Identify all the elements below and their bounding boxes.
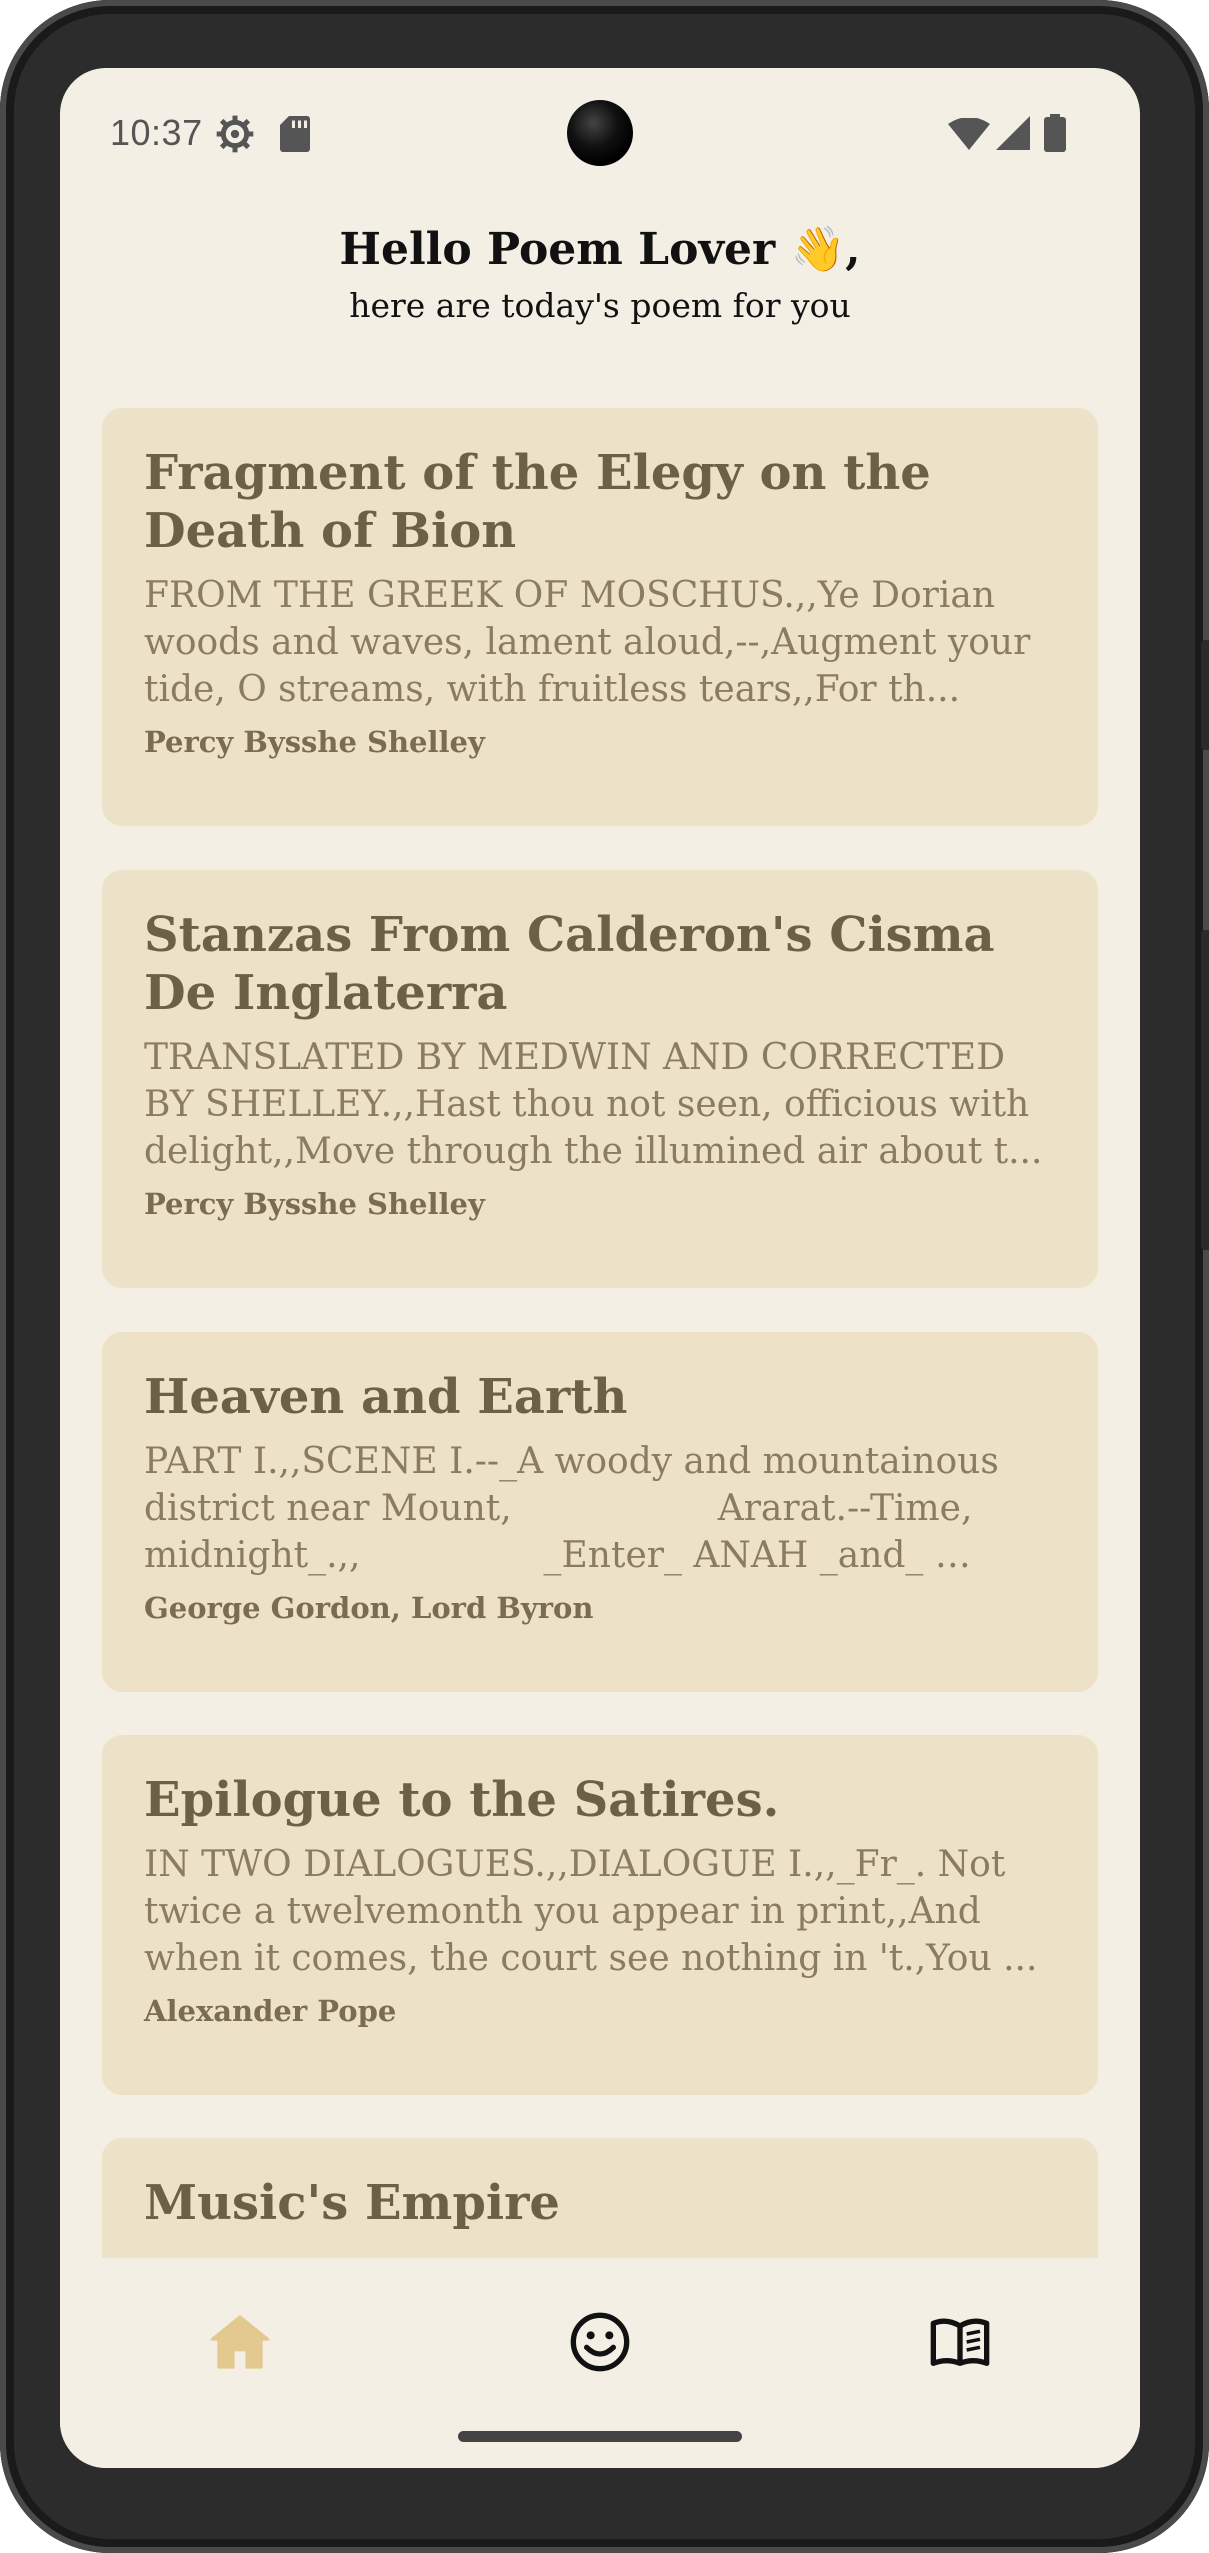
power-button: [1201, 930, 1209, 1250]
front-camera: [567, 100, 633, 166]
home-icon: [210, 2315, 270, 2369]
status-bar: 10:37: [60, 68, 1140, 198]
poem-title: Music's Empire: [144, 2175, 560, 2231]
poem-card[interactable]: Epilogue to the Satires. IN TWO DIALOGUE…: [102, 1735, 1098, 2095]
poem-card[interactable]: Heaven and Earth PART I.,,SCENE I.--_A w…: [102, 1332, 1098, 1692]
phone-frame: 10:37 Hello Poem Lover 👋, here are today…: [0, 0, 1209, 2553]
wifi-icon: [948, 117, 990, 154]
greeting-subtitle: here are today's poem for you: [349, 286, 851, 325]
nav-library[interactable]: [928, 2310, 992, 2374]
nav-mood[interactable]: [568, 2310, 632, 2374]
greeting-title: Hello Poem Lover 👋,: [339, 224, 861, 275]
poem-card[interactable]: Stanzas From Calderon's Cisma De Inglate…: [102, 870, 1098, 1288]
status-time: 10:37: [110, 112, 203, 153]
app-screen: 10:37 Hello Poem Lover 👋, here are today…: [60, 68, 1140, 2468]
poem-author: Percy Bysshe Shelley: [144, 725, 485, 759]
settings-gear-icon: [215, 114, 255, 158]
poem-excerpt: FROM THE GREEK OF MOSCHUS.,,Ye Dorian wo…: [144, 575, 1031, 710]
poem-author: Percy Bysshe Shelley: [144, 1187, 485, 1221]
poem-excerpt: IN TWO DIALOGUES.,,DIALOGUE I.,,_Fr_. No…: [144, 1844, 1038, 1979]
signal-icon: [996, 116, 1030, 154]
poem-excerpt: PART I.,,SCENE I.--_A woody and mountain…: [144, 1441, 999, 1576]
sd-card-icon: [280, 116, 310, 156]
smiley-icon: [570, 2312, 630, 2372]
poem-author: George Gordon, Lord Byron: [144, 1591, 594, 1625]
gesture-home-bar[interactable]: [458, 2431, 742, 2442]
poem-title: Fragment of the Elegy on the Death of Bi…: [144, 445, 931, 559]
battery-icon: [1044, 114, 1066, 156]
poem-author: Alexander Pope: [144, 1994, 397, 2028]
book-icon: [930, 2318, 990, 2366]
poem-excerpt: TRANSLATED BY MEDWIN AND CORRECTED BY SH…: [144, 1037, 1043, 1172]
nav-home[interactable]: [208, 2310, 272, 2374]
poem-title: Heaven and Earth: [144, 1369, 628, 1425]
volume-button: [1201, 640, 1209, 750]
poem-card[interactable]: Fragment of the Elegy on the Death of Bi…: [102, 408, 1098, 826]
poem-title: Stanzas From Calderon's Cisma De Inglate…: [144, 907, 995, 1021]
poem-title: Epilogue to the Satires.: [144, 1772, 780, 1828]
